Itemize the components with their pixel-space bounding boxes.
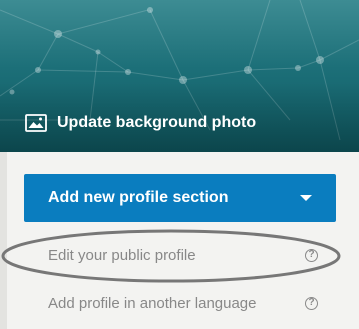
update-background-photo-button[interactable]: Update background photo (25, 110, 256, 136)
edit-public-profile-label: Edit your public profile (48, 246, 196, 264)
add-new-profile-section-label: Add new profile section (48, 189, 229, 206)
update-background-photo-label: Update background photo (57, 114, 257, 131)
add-profile-language-link[interactable]: Add profile in another language ? (48, 292, 318, 314)
question-circle-icon[interactable]: ? (305, 248, 318, 262)
image-icon (25, 114, 47, 132)
add-new-profile-section-button[interactable]: Add new profile section (24, 174, 336, 222)
profile-background-banner: Update background photo (0, 0, 359, 152)
add-profile-language-label: Add profile in another language (48, 294, 257, 312)
edit-public-profile-link[interactable]: Edit your public profile ? (48, 244, 318, 266)
chevron-down-icon[interactable] (300, 195, 312, 201)
question-circle-icon[interactable]: ? (305, 296, 318, 310)
